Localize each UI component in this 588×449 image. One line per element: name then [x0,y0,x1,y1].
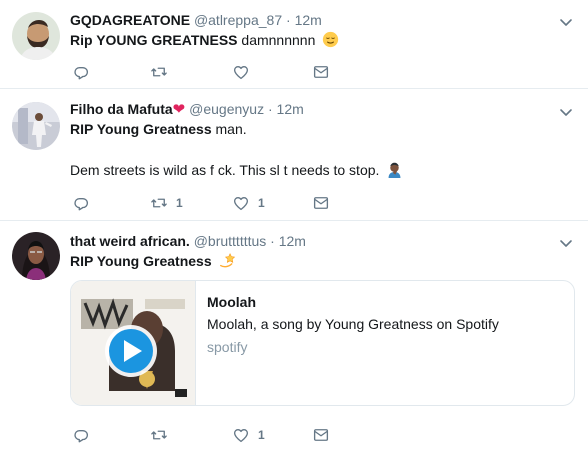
album-art-thumbnail[interactable] [71,281,196,405]
tweet[interactable]: that weird african. @bruttttttus · 12m R… [0,221,588,449]
tweet-text-rest: man. [211,121,247,137]
avatar[interactable] [12,12,60,60]
tweet-header: Filho da Mafuta❤ @eugenyuz · 12m [70,100,304,118]
direct-message-button[interactable] [312,193,330,213]
timestamp[interactable]: 12m [295,12,322,28]
card-domain: spotify [207,339,248,355]
reply-icon [72,63,90,81]
retweet-icon [150,63,168,81]
like-count: 1 [258,428,265,442]
card-description: Moolah, a song by Young Greatness on Spo… [207,316,499,332]
tweet-header: GQDAGREATONE @atlreppa_87 · 12m [70,11,322,29]
retweet-icon [150,194,168,212]
like-count: 1 [258,196,265,210]
tweet[interactable]: GQDAGREATONE @atlreppa_87 · 12m Rip YOUN… [0,0,588,89]
avatar[interactable] [12,232,60,280]
heart-icon [232,63,250,81]
tweet-text-bold: Rip YOUNG GREATNESS [70,32,238,48]
tweet-header: that weird african. @bruttttttus · 12m [70,232,306,250]
timestamp[interactable]: 12m [277,101,304,117]
avatar[interactable] [12,102,60,150]
dizzy-star-icon [219,253,235,268]
timestamp[interactable]: 12m [279,233,306,249]
tweet-text-bold: RIP Young Greatness [70,121,212,137]
like-button[interactable] [232,62,258,82]
tweet-text: RIP Young Greatness [70,251,236,271]
reply-button[interactable] [72,193,98,213]
retweet-button[interactable] [150,425,176,445]
envelope-icon [312,194,330,212]
direct-message-button[interactable] [312,425,330,445]
like-button[interactable]: 1 [232,425,265,445]
retweet-count: 1 [176,196,183,210]
relieved-face-icon [323,31,339,48]
display-name[interactable]: Filho da Mafuta [70,101,173,117]
reply-button[interactable] [72,62,98,82]
retweet-button[interactable]: 1 [150,193,183,213]
like-button[interactable]: 1 [232,193,265,213]
separator-dot: · [286,12,291,28]
tweet-text-line2: Dem streets is wild as f ck. This sl t n… [70,162,380,178]
separator-dot: · [270,233,275,249]
envelope-icon [312,63,330,81]
display-name[interactable]: that weird african. [70,233,190,249]
tweet-text-bold: RIP Young Greatness [70,253,212,269]
retweet-button[interactable] [150,62,176,82]
tweet-text: RIP Young Greatness man. [70,119,247,139]
link-preview-card[interactable]: Moolah Moolah, a song by Young Greatness… [70,280,575,406]
user-handle[interactable]: @bruttttttus [194,233,267,249]
retweet-icon [150,426,168,444]
chevron-down-icon[interactable] [558,235,574,251]
reply-icon [72,194,90,212]
reply-icon [72,426,90,444]
card-title[interactable]: Moolah [207,294,256,310]
user-handle[interactable]: @eugenyuz [189,101,264,117]
heart-icon [232,194,250,212]
tweet-text-rest: damnnnnnn [237,32,316,48]
tweet-text-line: Dem streets is wild as f ck. This sl t n… [70,160,403,180]
envelope-icon [312,426,330,444]
user-handle[interactable]: @atlreppa_87 [194,12,282,28]
tweet-text: Rip YOUNG GREATNESS damnnnnnn [70,30,339,50]
heart-icon [232,426,250,444]
person-facepalming-icon [388,162,401,178]
red-heart-emoji: ❤ [172,101,186,118]
reply-button[interactable] [72,425,98,445]
direct-message-button[interactable] [312,62,330,82]
display-name[interactable]: GQDAGREATONE [70,12,190,28]
separator-dot: · [267,101,273,117]
chevron-down-icon[interactable] [558,14,574,30]
chevron-down-icon[interactable] [558,104,574,120]
tweet[interactable]: Filho da Mafuta❤ @eugenyuz · 12m RIP You… [0,89,588,221]
